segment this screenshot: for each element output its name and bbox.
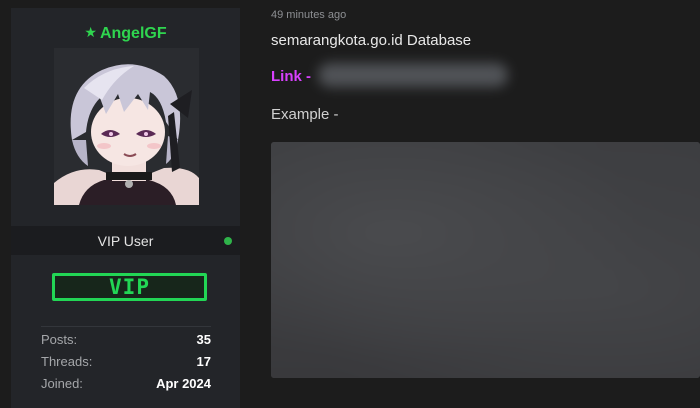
post-timestamp[interactable]: 49 minutes ago bbox=[271, 9, 346, 21]
stat-label: Threads: bbox=[41, 354, 93, 369]
online-status-icon bbox=[224, 237, 232, 245]
avatar[interactable] bbox=[54, 48, 199, 205]
user-sidebar: ★ AngelGF VIP User VIP Posts: 35 Threads… bbox=[11, 8, 240, 408]
stat-label: Posts: bbox=[41, 332, 78, 347]
divider bbox=[41, 326, 211, 327]
user-role-bar: VIP User bbox=[11, 226, 240, 255]
link-label: Link - bbox=[271, 68, 311, 85]
user-role: VIP User bbox=[97, 233, 154, 249]
stat-value: Apr 2024 bbox=[156, 376, 211, 391]
stat-value[interactable]: 17 bbox=[197, 354, 211, 369]
example-image-blurred[interactable] bbox=[271, 142, 700, 378]
example-label: Example - bbox=[271, 106, 339, 123]
stat-value[interactable]: 35 bbox=[197, 332, 211, 347]
stat-label: Joined: bbox=[41, 376, 83, 391]
redacted-link[interactable] bbox=[318, 63, 508, 87]
avatar-illustration bbox=[54, 48, 199, 205]
blur-fill bbox=[271, 142, 700, 378]
star-icon: ★ bbox=[84, 24, 97, 40]
post-title: semarangkota.go.id Database bbox=[271, 32, 472, 49]
vip-badge: VIP bbox=[52, 273, 207, 301]
username[interactable]: AngelGF bbox=[100, 25, 167, 42]
username-row[interactable]: ★ AngelGF bbox=[11, 24, 240, 43]
